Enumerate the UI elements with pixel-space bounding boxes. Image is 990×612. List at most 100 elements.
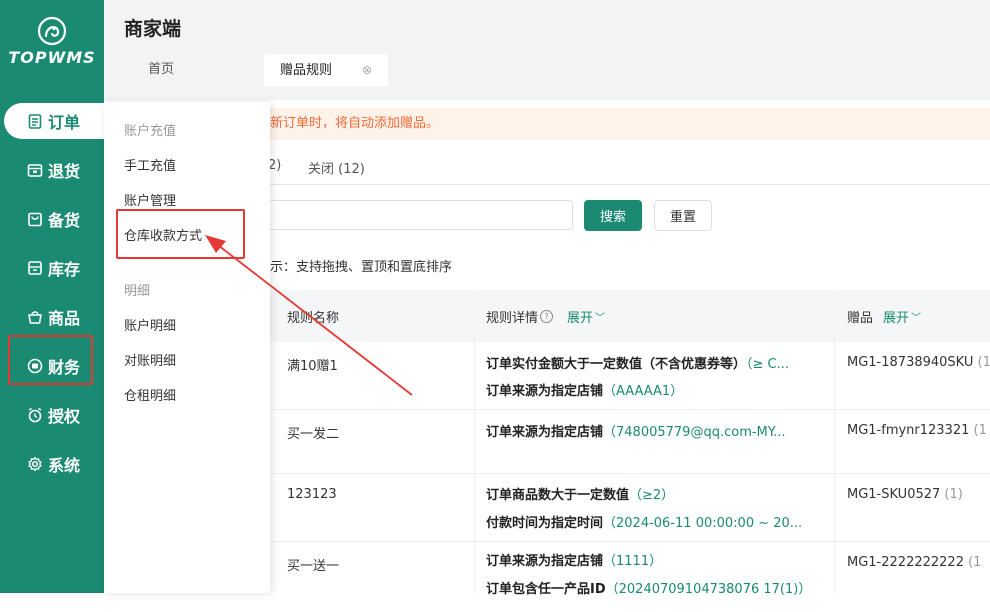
top-bar: 商家端 首页 赠品规则 ⊗ [104, 0, 990, 100]
search-button[interactable]: 搜索 [584, 200, 642, 231]
tab-label: 赠品规则 [280, 63, 333, 78]
nav-item-inventory[interactable]: 库存 [4, 250, 100, 286]
finance-submenu: 账户充值 手工充值 账户管理 仓库收款方式 明细 账户明细 对账明细 仓租明细 [104, 102, 270, 593]
rule-name: 买一发二 [287, 427, 340, 442]
reset-button[interactable]: 重置 [654, 200, 712, 231]
detail-label: 订单来源为指定店铺 [486, 554, 604, 569]
tab-partial[interactable]: 2) [268, 158, 281, 173]
header-gift: 赠品 展开 ﹀ [847, 290, 921, 342]
detail-label: 订单实付金额大于一定数值（不含优惠券等） [486, 357, 747, 372]
rule-detail-line: 订单包含任一产品ID（20240709104738076 17(1)） [486, 578, 811, 597]
tab-closed[interactable]: 关闭 (12) [308, 158, 365, 177]
gift-code: MG1-2222222222 [847, 555, 964, 570]
table-row: 买一送一 订单来源为指定店铺（1111） 订单包含任一产品ID（20240709… [270, 542, 990, 612]
rule-detail-line: 订单商品数大于一定数值（≥2） [486, 484, 674, 503]
nav-label: 备货 [48, 211, 81, 230]
sidebar: TOPWMS 订单 退货 备货 库存 商品 财务 授权 系统 [0, 0, 104, 593]
payment-method-highlight-box [116, 209, 245, 259]
header-rule-detail: 规则详情 ? 展开 ﹀ [486, 290, 605, 342]
help-icon: ? [540, 309, 554, 323]
submenu-item-storage-rent-details[interactable]: 仓租明细 [124, 385, 176, 404]
rule-detail-line: 订单来源为指定店铺（AAAAA1） [486, 380, 683, 399]
gift-qty: (1 [977, 355, 990, 370]
gift-qty: (1) [944, 487, 963, 502]
expand-detail-link[interactable]: 展开 [567, 307, 593, 326]
nav-item-orders[interactable]: 订单 [4, 103, 104, 139]
rule-detail-line: 订单来源为指定店铺（748005779@qq.com-MY... [486, 421, 785, 440]
detail-value: （2024-06-11 00:00:00 ~ 20... [603, 516, 803, 531]
gift-sku: MG1-SKU0527 (1) [847, 487, 963, 502]
chevron-down-icon: ﹀ [911, 312, 922, 324]
alarm-icon [26, 406, 44, 424]
nav-label: 订单 [48, 113, 81, 132]
table-row: 满10赠1 订单实付金额大于一定数值（不含优惠券等）（≥ C... 订单来源为指… [270, 342, 990, 410]
notice-bar: 新订单时，将自动添加赠品。 [270, 108, 990, 140]
rule-name: 满10赠1 [287, 359, 338, 374]
clipboard-icon [26, 112, 44, 130]
warehouse-icon [26, 259, 44, 277]
gift-sku: MG1-2222222222 (1 [847, 555, 981, 570]
detail-value: （≥ C... [746, 357, 790, 372]
shopping-bag-icon [26, 210, 44, 228]
nav-label: 库存 [48, 260, 81, 279]
detail-value: （1111） [603, 554, 663, 569]
elephant-logo-icon [37, 16, 67, 46]
tab-home[interactable]: 首页 [148, 54, 174, 86]
detail-label: 订单来源为指定店铺 [486, 425, 604, 440]
rule-detail-line: 订单来源为指定店铺（1111） [486, 550, 662, 569]
table-row: 123123 订单商品数大于一定数值（≥2） 付款时间为指定时间（2024-06… [270, 474, 990, 542]
finance-highlight-box [8, 335, 93, 385]
submenu-item-account-details[interactable]: 账户明细 [124, 315, 176, 334]
submenu-item-account-management[interactable]: 账户管理 [124, 190, 176, 209]
header-label: 规则详情 [486, 310, 539, 326]
gift-qty: (1 [973, 423, 987, 438]
submenu-item-reconciliation-details[interactable]: 对账明细 [124, 350, 176, 369]
rule-detail-line: 付款时间为指定时间（2024-06-11 00:00:00 ~ 20... [486, 512, 802, 531]
page-brand: 商家端 [124, 18, 182, 40]
detail-label: 订单包含任一产品ID [486, 582, 606, 597]
nav-label: 授权 [48, 407, 81, 426]
submenu-item-manual-recharge[interactable]: 手工充值 [124, 155, 176, 174]
rule-name: 买一送一 [287, 559, 340, 574]
header-rule-name: 规则名称 [287, 310, 340, 326]
nav-item-returns[interactable]: 退货 [4, 152, 100, 188]
sort-tip: 示：支持拖拽、置顶和置底排序 [270, 260, 453, 275]
detail-label: 订单来源为指定店铺 [486, 384, 604, 399]
table-row: 买一发二 订单来源为指定店铺（748005779@qq.com-MY... MG… [270, 410, 990, 474]
nav-item-system[interactable]: 系统 [4, 446, 100, 482]
logo-text: TOPWMS [8, 48, 96, 67]
search-input[interactable] [270, 200, 573, 230]
close-icon[interactable]: ⊗ [362, 63, 372, 77]
status-tabs: 2) 关闭 (12) [268, 152, 990, 185]
gift-code: MG1-fmynr123321 [847, 423, 970, 438]
detail-label: 付款时间为指定时间 [486, 516, 604, 531]
nav-label: 商品 [48, 309, 81, 328]
expand-gift-link[interactable]: 展开 [883, 307, 909, 326]
gift-code: MG1-18738940SKU [847, 355, 974, 370]
table-header: 规则名称 规则详情 ? 展开 ﹀ 赠品 展开 ﹀ [270, 290, 990, 342]
detail-value: （748005779@qq.com-MY... [603, 425, 786, 440]
detail-value: （AAAAA1） [603, 384, 684, 399]
gift-sku: MG1-18738940SKU (1 [847, 355, 990, 370]
header-label: 赠品 [847, 310, 874, 326]
nav-item-authorization[interactable]: 授权 [4, 397, 100, 433]
basket-icon [26, 308, 44, 326]
submenu-group-title: 明细 [124, 284, 151, 299]
gift-qty: (1 [968, 555, 982, 570]
rules-table: 规则名称 规则详情 ? 展开 ﹀ 赠品 展开 ﹀ 满10赠1 订单实付金额大于一… [270, 290, 990, 597]
gift-code: MG1-SKU0527 [847, 487, 941, 502]
chevron-down-icon: ﹀ [595, 312, 606, 324]
tab-gift-rules[interactable]: 赠品规则 ⊗ [264, 54, 389, 86]
detail-value: （20240709104738076 17(1)） [605, 582, 812, 597]
gift-sku: MG1-fmynr123321 (1 [847, 423, 987, 438]
nav-item-stocking[interactable]: 备货 [4, 201, 100, 237]
rule-name: 123123 [287, 487, 337, 502]
nav-label: 系统 [48, 456, 81, 475]
nav-item-products[interactable]: 商品 [4, 299, 100, 335]
gear-icon [26, 455, 44, 473]
logo: TOPWMS [0, 16, 104, 67]
nav-label: 退货 [48, 162, 81, 181]
return-box-icon [26, 161, 44, 179]
submenu-group-title: 账户充值 [124, 124, 177, 139]
detail-value: （≥2） [629, 488, 675, 503]
